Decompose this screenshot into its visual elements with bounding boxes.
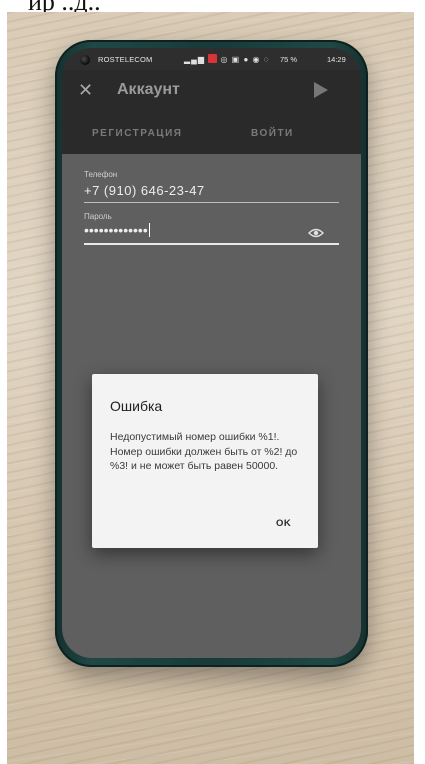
message-icon: ●	[243, 55, 250, 64]
tab-register[interactable]: РЕГИСТРАЦИЯ	[92, 128, 182, 139]
phone-field[interactable]: +7 (910) 646-23-47	[84, 183, 205, 198]
login-form: Телефон +7 (910) 646-23-47 Пароль ••••••…	[62, 154, 361, 658]
notification-badge-icon	[208, 54, 218, 63]
wifi-icon: ◌	[263, 55, 270, 64]
password-field[interactable]: •••••••••••••	[84, 222, 151, 238]
status-icons: ▂▄▆ ◎ ▣ ● ◉ ◌	[184, 54, 270, 64]
front-camera	[80, 55, 90, 65]
send-icon[interactable]	[314, 82, 328, 98]
app-bar: ✕ Аккаунт	[62, 70, 361, 114]
password-dots: •••••••••••••	[84, 222, 148, 238]
tab-bar: РЕГИСТРАЦИЯ ВОЙТИ	[62, 114, 361, 154]
carrier-name: ROSTELECOM	[98, 55, 153, 64]
top-caption-strip: ир ..д..	[0, 0, 425, 12]
close-icon[interactable]: ✕	[78, 81, 93, 99]
password-field-label: Пароль	[84, 212, 112, 221]
smartphone: ROSTELECOM ▂▄▆ ◎ ▣ ● ◉ ◌ 75 % 14:29 ✕ Ак…	[55, 40, 368, 667]
ok-button[interactable]: OK	[276, 518, 291, 529]
dialog-title: Ошибка	[110, 398, 163, 414]
tab-login[interactable]: ВОЙТИ	[251, 128, 294, 139]
alarm-icon: ◎	[220, 55, 229, 64]
top-caption-text: ир ..д..	[28, 0, 101, 12]
password-field-underline	[84, 243, 339, 245]
status-time: 14:29	[327, 55, 346, 64]
phone-screen: ROSTELECOM ▂▄▆ ◎ ▣ ● ◉ ◌ 75 % 14:29 ✕ Ак…	[62, 48, 361, 658]
eye-comfort-icon: ◉	[252, 55, 261, 64]
status-bar: ROSTELECOM ▂▄▆ ◎ ▣ ● ◉ ◌ 75 % 14:29	[62, 48, 361, 70]
gallery-icon: ▣	[231, 55, 241, 64]
battery-level: 75 %	[280, 55, 298, 64]
error-dialog: Ошибка Недопустимый номер ошибки %1!. Но…	[92, 374, 318, 548]
page-title: Аккаунт	[117, 81, 180, 98]
text-cursor	[148, 223, 151, 237]
phone-field-label: Телефон	[84, 170, 118, 179]
phone-field-underline	[84, 202, 339, 203]
dialog-message: Недопустимый номер ошибки %1!. Номер оши…	[110, 431, 298, 472]
signal-icon: ▂▄▆	[184, 55, 205, 64]
eye-icon[interactable]	[308, 228, 324, 238]
